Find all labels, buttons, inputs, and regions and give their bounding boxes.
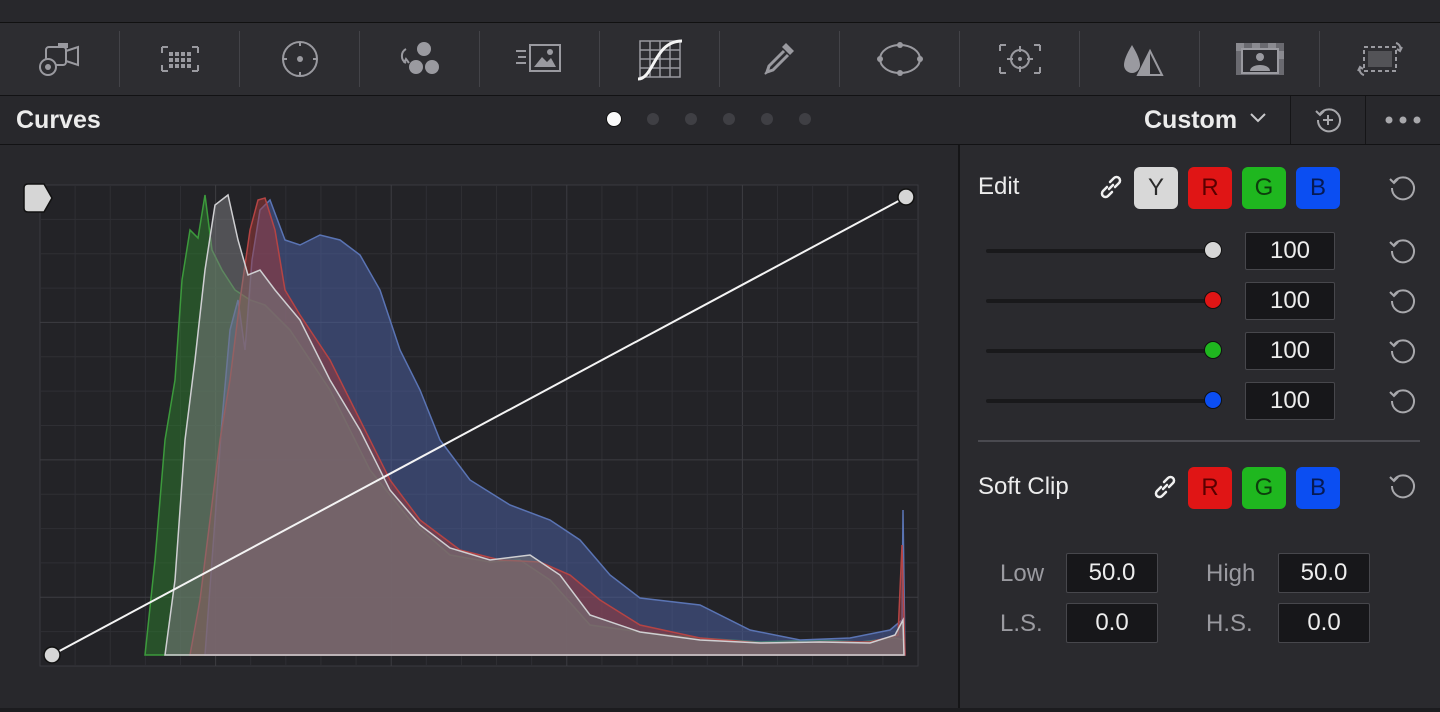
sizing-button[interactable] xyxy=(1320,23,1440,95)
soft-clip-r-button[interactable]: R xyxy=(1188,467,1232,509)
qualifier-eyedropper-icon xyxy=(764,43,794,75)
slider-track xyxy=(986,399,1214,403)
reset-icon xyxy=(1389,176,1415,201)
slider-track xyxy=(986,249,1214,253)
reset-icon xyxy=(1389,389,1415,414)
color-match-icon xyxy=(161,46,199,72)
soft-clip-reset-button[interactable] xyxy=(1386,470,1418,502)
page-dot[interactable] xyxy=(761,113,773,125)
sizing-icon xyxy=(1357,42,1403,76)
page-dot[interactable] xyxy=(647,113,659,125)
curve-mode-select[interactable]: Custom xyxy=(1140,96,1280,144)
palette-toolbar xyxy=(0,23,1440,96)
low-softness-label: L.S. xyxy=(1000,610,1043,637)
gain-reset-button[interactable] xyxy=(1386,385,1418,417)
low-input[interactable]: 50.0 xyxy=(1066,553,1158,593)
bottom-border xyxy=(0,708,1440,712)
reset-icon xyxy=(1389,239,1415,264)
more-options-button[interactable] xyxy=(1366,96,1440,144)
high-softness-label: H.S. xyxy=(1206,610,1253,637)
high-label: High xyxy=(1206,560,1256,587)
edit-label: Edit xyxy=(978,173,1020,200)
color-wheels-icon xyxy=(282,41,318,77)
reset-all-icon xyxy=(1315,108,1341,133)
link-icon[interactable] xyxy=(1096,172,1126,202)
chevron-down-icon xyxy=(1249,111,1267,129)
curves-icon xyxy=(637,39,683,81)
camera-raw-button[interactable] xyxy=(0,23,120,95)
curves-header: Curves Custom xyxy=(0,96,1440,145)
blur-icon xyxy=(1124,45,1164,76)
edit-channel-r-button[interactable]: R xyxy=(1188,167,1232,209)
top-strip xyxy=(0,0,1440,23)
gain-value-b[interactable]: 100 xyxy=(1245,382,1335,420)
gain-slider-g[interactable] xyxy=(986,341,1222,359)
camera-raw-icon xyxy=(39,43,79,76)
gain-slider-b[interactable] xyxy=(986,391,1222,409)
page-title: Curves xyxy=(16,106,101,134)
soft-clip-g-button[interactable]: G xyxy=(1242,467,1286,509)
curve-point-start[interactable] xyxy=(43,646,61,664)
soft-clip-b-button[interactable]: B xyxy=(1296,467,1340,509)
low-label: Low xyxy=(1000,560,1045,587)
color-wheels-button[interactable] xyxy=(240,23,360,95)
tracker-icon xyxy=(999,44,1041,74)
gain-value-y[interactable]: 100 xyxy=(1245,232,1335,270)
page-dot[interactable] xyxy=(799,113,811,125)
curve-editor[interactable] xyxy=(0,145,958,712)
reset-icon xyxy=(1389,289,1415,314)
curve-point-end[interactable] xyxy=(897,188,915,206)
page-dot[interactable] xyxy=(606,111,622,127)
motion-effects-button[interactable] xyxy=(480,23,600,95)
tracker-button[interactable] xyxy=(960,23,1080,95)
gain-reset-button[interactable] xyxy=(1386,335,1418,367)
low-softness-input[interactable]: 0.0 xyxy=(1066,603,1158,643)
power-window-icon xyxy=(877,42,923,76)
slider-track xyxy=(986,349,1214,353)
gain-slider-r[interactable] xyxy=(986,291,1222,309)
curve-graph[interactable] xyxy=(0,145,958,712)
curve-mode-label: Custom xyxy=(1144,105,1238,134)
gain-value-g[interactable]: 100 xyxy=(1245,332,1335,370)
gain-reset-button[interactable] xyxy=(1386,235,1418,267)
reset-all-button[interactable] xyxy=(1291,96,1365,144)
rgb-mixer-icon xyxy=(400,42,439,74)
rgb-mixer-button[interactable] xyxy=(360,23,480,95)
key-icon xyxy=(1236,43,1284,75)
qualifier-button[interactable] xyxy=(720,23,840,95)
high-softness-input[interactable]: 0.0 xyxy=(1278,603,1370,643)
link-icon[interactable] xyxy=(1150,472,1180,502)
curves-button[interactable] xyxy=(600,23,720,95)
more-options-icon xyxy=(1385,116,1421,124)
slider-track xyxy=(986,299,1214,303)
key-button[interactable] xyxy=(1200,23,1320,95)
slider-thumb[interactable] xyxy=(1204,291,1222,309)
gain-slider-y[interactable] xyxy=(986,241,1222,259)
slider-thumb[interactable] xyxy=(1204,341,1222,359)
color-match-button[interactable] xyxy=(120,23,240,95)
edit-channel-g-button[interactable]: G xyxy=(1242,167,1286,209)
gain-reset-button[interactable] xyxy=(1386,285,1418,317)
page-dot[interactable] xyxy=(685,113,697,125)
reset-icon xyxy=(1389,339,1415,364)
soft-clip-label: Soft Clip xyxy=(978,473,1069,500)
slider-thumb[interactable] xyxy=(1204,391,1222,409)
page-dot[interactable] xyxy=(723,113,735,125)
power-window-button[interactable] xyxy=(840,23,960,95)
gain-value-r[interactable]: 100 xyxy=(1245,282,1335,320)
slider-thumb[interactable] xyxy=(1204,241,1222,259)
high-input[interactable]: 50.0 xyxy=(1278,553,1370,593)
edit-channel-b-button[interactable]: B xyxy=(1296,167,1340,209)
section-divider xyxy=(978,440,1420,442)
edit-reset-button[interactable] xyxy=(1386,172,1418,204)
blur-button[interactable] xyxy=(1080,23,1200,95)
edit-channel-y-button[interactable]: Y xyxy=(1134,167,1178,209)
reset-icon xyxy=(1389,474,1415,499)
motion-effects-icon xyxy=(516,44,561,72)
